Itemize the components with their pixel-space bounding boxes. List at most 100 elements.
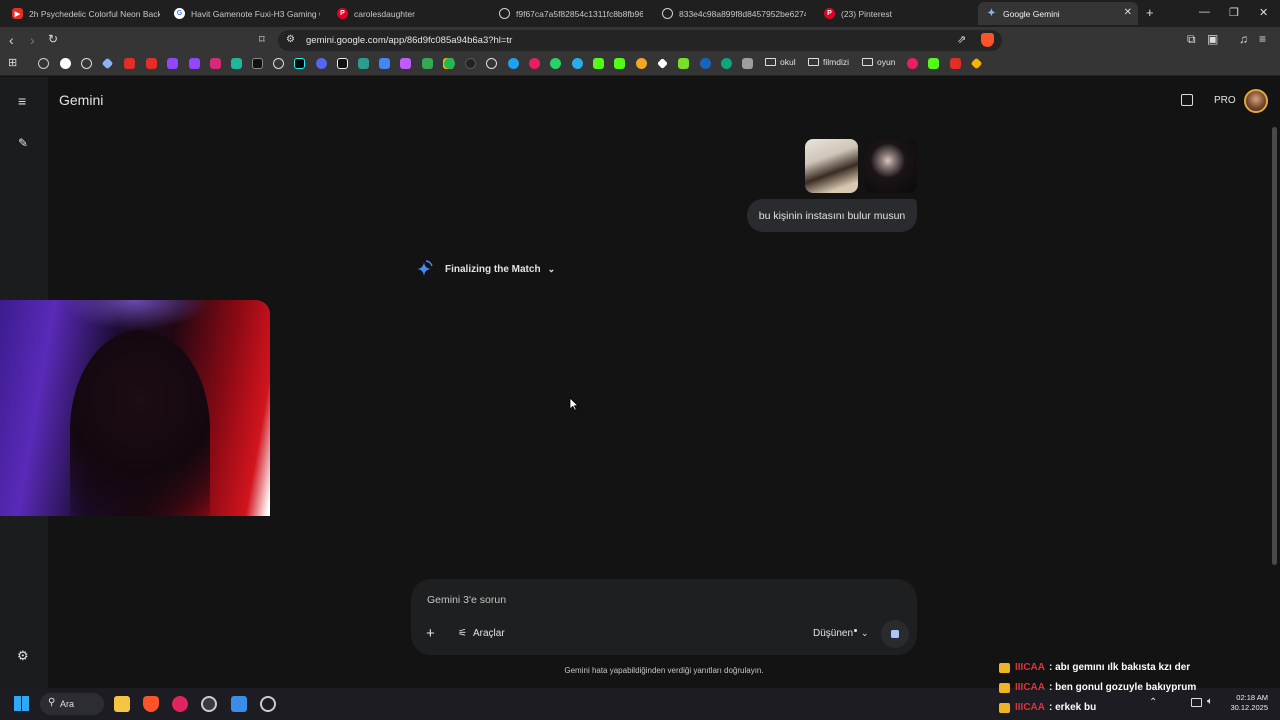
browser-tab[interactable]: P (23) Pinterest — [816, 2, 972, 25]
browser-tab[interactable]: ▶ 2h Psychedelic Colorful Neon Backg — [4, 2, 160, 25]
minimize-icon[interactable]: — — [1199, 6, 1210, 18]
apps-grid-icon[interactable]: ⊞ — [8, 56, 17, 69]
app-title[interactable]: Gemini — [59, 92, 103, 108]
new-tab-button[interactable]: + — [1146, 5, 1154, 20]
share-icon[interactable]: ⇗ — [957, 33, 966, 46]
app-icon[interactable] — [201, 696, 217, 712]
kick-icon[interactable] — [593, 58, 604, 69]
extensions-icon[interactable]: ⧉ — [1187, 32, 1196, 47]
app-icon[interactable] — [400, 58, 411, 69]
mode-selector[interactable]: Düşünen ⌄ — [813, 628, 869, 639]
close-tab-icon[interactable]: ✕ — [1124, 7, 1132, 18]
prompt-input[interactable]: Gemini 3'e sorun — [427, 594, 506, 606]
kick-icon[interactable] — [928, 58, 939, 69]
whatsapp-icon[interactable] — [550, 58, 561, 69]
site-info-icon[interactable]: ⚙ — [286, 34, 295, 45]
taskbar-clock[interactable]: 02:18 AM 30.12.2025 — [1230, 693, 1268, 713]
display-icon[interactable] — [1191, 698, 1202, 707]
url-text[interactable]: gemini.google.com/app/86d9fc085a94b6a3?h… — [306, 35, 512, 46]
app-icon[interactable] — [721, 58, 732, 69]
bookmark-folder[interactable]: oyun — [862, 57, 895, 67]
tools-button[interactable]: ⚟ Araçlar — [458, 628, 505, 639]
google-icon[interactable] — [60, 58, 71, 69]
tiktok-icon[interactable] — [294, 58, 305, 69]
volume-icon[interactable]: 🔈︎ — [1207, 696, 1213, 707]
scrollbar[interactable] — [1272, 127, 1277, 565]
temporary-chat-icon[interactable] — [1181, 94, 1193, 106]
app-icon[interactable] — [678, 58, 689, 69]
avatar[interactable] — [1244, 89, 1268, 113]
app-icon[interactable] — [636, 58, 647, 69]
bookmark-folder[interactable]: okul — [765, 57, 796, 67]
tab-title: 833e4c98a899f8d8457952be62745b — [679, 8, 806, 19]
taskbar-search[interactable]: ⚲ Ara — [40, 693, 104, 715]
telegram-icon[interactable] — [572, 58, 583, 69]
photos-icon[interactable] — [231, 696, 247, 712]
app-icon[interactable] — [358, 58, 369, 69]
app-icon[interactable] — [273, 58, 284, 69]
app-icon[interactable] — [260, 696, 276, 712]
media-player-icon[interactable] — [172, 696, 188, 712]
add-icon[interactable]: + — [426, 625, 435, 642]
attached-image[interactable] — [864, 139, 917, 193]
youtube-icon[interactable] — [950, 58, 961, 69]
back-icon[interactable]: ‹ — [9, 32, 14, 48]
app-icon[interactable] — [231, 58, 242, 69]
drive-icon[interactable] — [422, 58, 433, 69]
app-icon[interactable] — [529, 58, 540, 69]
discord-icon[interactable] — [316, 58, 327, 69]
capcut-icon[interactable] — [337, 58, 348, 69]
stop-button[interactable] — [881, 620, 909, 648]
bookmark-folder[interactable]: filmdizi — [808, 57, 849, 67]
new-chat-icon[interactable]: ✎ — [18, 136, 28, 150]
spotify-icon[interactable] — [444, 58, 455, 69]
youtube-icon[interactable] — [124, 58, 135, 69]
menu-icon[interactable]: ≡ — [1259, 32, 1266, 46]
window-close-icon[interactable]: ✕ — [1259, 6, 1268, 19]
app-icon[interactable] — [508, 58, 519, 69]
sidebar-toggle-icon[interactable]: ▣ — [1207, 32, 1218, 46]
attached-image[interactable] — [805, 139, 858, 193]
mouse-cursor-icon — [569, 397, 579, 411]
app-icon[interactable] — [742, 58, 753, 69]
twitch-icon[interactable] — [167, 58, 178, 69]
youtube-icon[interactable] — [146, 58, 157, 69]
reload-icon[interactable]: ↻ — [48, 32, 58, 46]
bookmark-icon[interactable]: ⌑ — [259, 33, 265, 46]
kick-icon[interactable] — [614, 58, 625, 69]
file-explorer-icon[interactable] — [114, 696, 130, 712]
tab-title: f9f67ca7a5f82854c1311fc8b8fb9625 — [516, 8, 643, 19]
app-icon[interactable] — [700, 58, 711, 69]
windows-start-icon[interactable] — [14, 696, 29, 711]
search-icon: ⚲ — [48, 697, 56, 708]
browser-tab[interactable]: 833e4c98a899f8d8457952be62745b — [654, 2, 806, 25]
chatgpt-icon[interactable] — [81, 58, 92, 69]
clock-date: 30.12.2025 — [1230, 703, 1268, 712]
thinking-status[interactable]: Finalizing the Match ⌄ — [445, 264, 555, 275]
browser-tab-active[interactable]: ✦ Google Gemini ✕ — [978, 2, 1138, 25]
streamer-silhouette — [70, 330, 210, 516]
app-icon[interactable] — [907, 58, 918, 69]
brave-shield-icon[interactable] — [981, 33, 994, 47]
translate-icon[interactable] — [379, 58, 390, 69]
brave-browser-icon[interactable] — [143, 696, 159, 712]
browser-tab[interactable]: f9f67ca7a5f82854c1311fc8b8fb9625 — [491, 2, 643, 25]
app-icon[interactable] — [486, 58, 497, 69]
browser-tab[interactable]: P carolesdaughter — [329, 2, 489, 25]
media-icon[interactable]: ♫ — [1239, 32, 1248, 46]
tray-chevron-icon[interactable]: ⌃ — [1149, 697, 1157, 708]
browser-tab[interactable]: G Havit Gamenote Fuxi-H3 Gaming O — [166, 2, 320, 25]
history-icon[interactable] — [38, 58, 49, 69]
maximize-icon[interactable]: ❐ — [1229, 6, 1239, 19]
chat-text: : ben gonul gozuyle bakıyprum — [1049, 682, 1197, 693]
prompt-input-box[interactable] — [411, 579, 917, 655]
youtube-icon: ▶ — [12, 8, 23, 19]
chat-text: : abı gemını ılk bakısta kzı der — [1049, 662, 1191, 673]
settings-icon[interactable]: ⚙ — [17, 648, 29, 664]
instagram-icon[interactable] — [210, 58, 221, 69]
x-icon[interactable] — [252, 58, 263, 69]
twitch-icon[interactable] — [189, 58, 200, 69]
hamburger-menu-icon[interactable]: ≡ — [18, 93, 26, 109]
app-icon[interactable] — [465, 58, 476, 69]
forward-icon[interactable]: › — [30, 32, 35, 48]
